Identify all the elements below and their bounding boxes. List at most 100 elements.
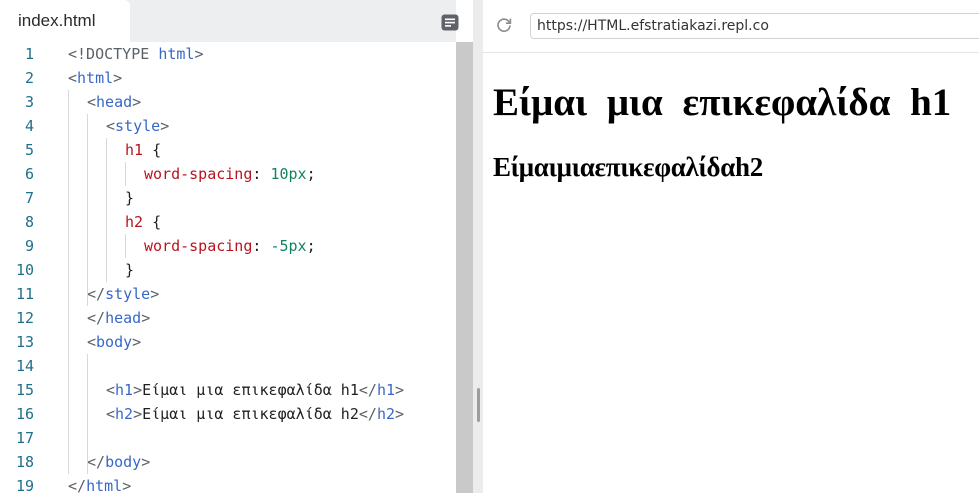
code-token: { xyxy=(143,213,162,231)
line-number: 18 xyxy=(15,453,34,471)
code-text: <!DOCTYPE html> xyxy=(68,42,203,66)
code-text: } xyxy=(125,258,134,282)
code-token: : xyxy=(252,237,271,255)
code-token: > xyxy=(122,477,132,495)
code-token: </ xyxy=(68,477,87,495)
code-token: </ xyxy=(87,309,106,327)
line-number: 17 xyxy=(15,429,34,447)
indent-guide xyxy=(125,234,126,258)
code-token: Είμαι μια επικεφαλίδα h1 xyxy=(142,381,359,399)
line-number: 13 xyxy=(15,333,34,351)
code-text: word-spacing: 10px; xyxy=(144,162,316,186)
line-number: 19 xyxy=(15,477,34,495)
code-token: } xyxy=(125,189,135,207)
code-text: </body> xyxy=(87,450,150,474)
code-text: <body> xyxy=(87,330,141,354)
code-token: word-spacing xyxy=(144,165,253,183)
code-token: : xyxy=(252,165,271,183)
code-area[interactable]: 1 <!DOCTYPE html> 2 <html> 3 <head> 4 <style> 5 h… xyxy=(0,42,456,495)
code-token: < xyxy=(87,333,97,351)
line-number: 14 xyxy=(15,357,34,375)
code-token: head xyxy=(105,309,142,327)
code-token: > xyxy=(141,453,151,471)
line-number: 6 xyxy=(24,165,34,183)
indent-guide xyxy=(106,138,107,282)
code-token: head xyxy=(96,93,133,111)
code-token: < xyxy=(68,69,78,87)
code-token: word-spacing xyxy=(144,237,253,255)
code-text: <style> xyxy=(106,114,169,138)
code-token: h1 xyxy=(376,381,395,399)
code-token: body xyxy=(96,333,133,351)
code-token: > xyxy=(395,405,405,423)
code-token: > xyxy=(194,45,204,63)
code-line[interactable]: 19 </html> xyxy=(0,474,456,498)
code-token: <!DOCTYPE xyxy=(68,45,159,63)
line-number: 9 xyxy=(24,237,34,255)
line-number: 4 xyxy=(24,117,34,135)
code-line[interactable]: 1 <!DOCTYPE html> xyxy=(0,42,456,66)
code-token: > xyxy=(133,405,143,423)
code-token: > xyxy=(160,117,170,135)
line-number: 1 xyxy=(24,45,34,63)
code-token: html xyxy=(86,477,123,495)
code-text: } xyxy=(125,186,134,210)
code-line[interactable]: 2 <html> xyxy=(0,66,456,90)
line-number: 10 xyxy=(15,261,34,279)
pane-resize-handle[interactable] xyxy=(477,388,480,422)
code-token: Είμαι μια επικεφαλίδα h2 xyxy=(142,405,359,423)
code-token: < xyxy=(106,381,116,399)
line-number: 16 xyxy=(15,405,34,423)
code-token: style xyxy=(105,285,151,303)
code-token: > xyxy=(133,381,143,399)
code-text: word-spacing: -5px; xyxy=(144,234,316,258)
code-token: h2 xyxy=(376,405,395,423)
line-number: 5 xyxy=(24,141,34,159)
code-token: ; xyxy=(306,165,316,183)
line-number: 8 xyxy=(24,213,34,231)
code-token: < xyxy=(106,117,116,135)
browser-url-bar: https://HTML.efstratiakazi.repl.co xyxy=(483,0,979,53)
line-number: 12 xyxy=(15,309,34,327)
code-token: > xyxy=(132,93,142,111)
code-text: <head> xyxy=(87,90,141,114)
code-text: <h1>Είμαι μια επικεφαλίδα h1</h1> xyxy=(106,378,404,402)
code-text: h1 { xyxy=(125,138,161,162)
code-token: </ xyxy=(87,285,106,303)
refresh-icon[interactable] xyxy=(495,16,513,34)
code-editor-pane[interactable]: index.html 1 <!DOCTYPE html> 2 <html> 3 <head… xyxy=(0,0,459,495)
line-number: 15 xyxy=(15,381,34,399)
preview-heading-h2: Είμαιμιαεπικεφαλίδαh2 xyxy=(493,152,763,182)
code-token: ; xyxy=(306,237,316,255)
line-number: 11 xyxy=(15,285,34,303)
code-token: </ xyxy=(358,405,377,423)
indent-guide xyxy=(68,90,69,474)
code-token: h1 xyxy=(115,381,134,399)
code-token: > xyxy=(113,69,123,87)
code-token: < xyxy=(106,405,116,423)
code-token: > xyxy=(132,333,142,351)
code-token: </ xyxy=(358,381,377,399)
code-token: html xyxy=(77,69,114,87)
code-text: <h2>Είμαι μια επικεφαλίδα h2</h2> xyxy=(106,402,404,426)
indent-guide xyxy=(87,354,88,474)
code-token: > xyxy=(150,285,160,303)
editor-tab-bar: index.html xyxy=(0,0,459,44)
code-token: > xyxy=(395,381,405,399)
tab-index-html[interactable]: index.html xyxy=(0,0,130,44)
tab-label: index.html xyxy=(18,11,96,30)
preview-heading-h1: Είμαι μια επικεφαλίδα h1 xyxy=(493,81,952,124)
code-token: 10px xyxy=(270,165,307,183)
editor-scrollbar[interactable] xyxy=(456,42,473,493)
code-token: h2 xyxy=(125,213,144,231)
code-text: </style> xyxy=(87,282,159,306)
document-menu-icon[interactable] xyxy=(441,14,459,31)
code-token: > xyxy=(141,309,151,327)
line-number: 3 xyxy=(24,93,34,111)
code-text: <html> xyxy=(68,66,122,90)
url-field[interactable]: https://HTML.efstratiakazi.repl.co xyxy=(530,13,979,39)
code-token: body xyxy=(105,453,142,471)
code-token: -5px xyxy=(270,237,307,255)
code-token: } xyxy=(125,261,135,279)
indent-guide xyxy=(87,114,88,306)
